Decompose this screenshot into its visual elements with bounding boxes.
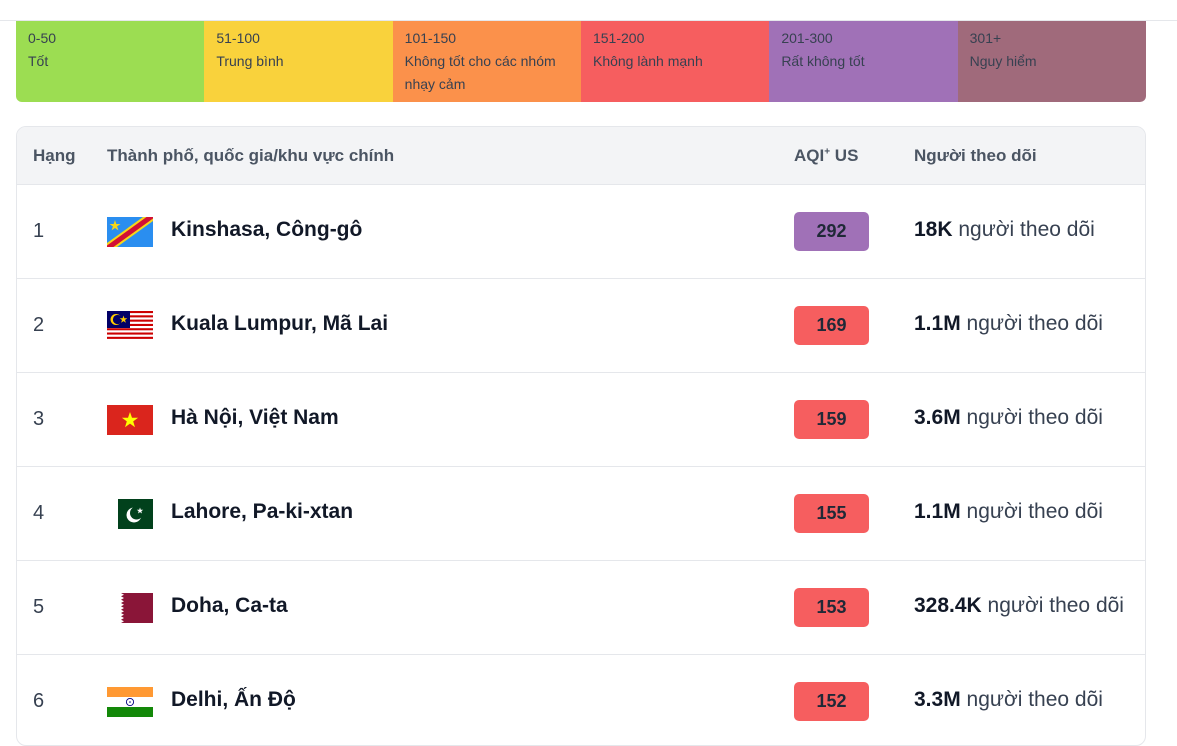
followers-count: 3.6M người theo dõi — [914, 406, 1103, 430]
city-name[interactable]: Delhi, Ấn Độ — [171, 688, 296, 712]
legend-segment-moderate: 51-100 Trung bình — [204, 21, 393, 102]
pakistan-flag-icon — [107, 499, 153, 529]
malaysia-flag-icon — [107, 311, 153, 341]
table-row[interactable]: 6 Delhi, Ấn Độ 152 3.3M người theo dõi — [17, 654, 1145, 745]
table-row[interactable]: 5 Doha, Ca-ta 153 328.4K người theo dõi — [17, 560, 1145, 654]
header-aqi[interactable]: AQI+ US — [794, 146, 858, 166]
followers-count: 328.4K người theo dõi — [914, 594, 1124, 618]
legend-segment-good: 0-50 Tốt — [16, 21, 205, 102]
legend-label: Rất không tốt — [781, 53, 865, 69]
city-name[interactable]: Kinshasa, Công-gô — [171, 218, 362, 242]
city-name[interactable]: Kuala Lumpur, Mã Lai — [171, 312, 388, 336]
followers-number: 18K — [914, 218, 953, 241]
aqi-badge: 152 — [794, 682, 869, 721]
aqi-legend: 0-50 Tốt 51-100 Trung bình 101-150 Không… — [16, 21, 1146, 102]
rank-number: 3 — [33, 408, 45, 430]
followers-suffix: người theo dõi — [981, 594, 1124, 617]
legend-label: Trung bình — [216, 53, 284, 69]
city-name[interactable]: Doha, Ca-ta — [171, 594, 288, 618]
vietnam-flag-icon — [107, 405, 153, 435]
followers-number: 3.6M — [914, 406, 961, 429]
followers-count: 18K người theo dõi — [914, 218, 1095, 242]
header-followers[interactable]: Người theo dõi — [914, 146, 1037, 166]
followers-suffix: người theo dõi — [960, 312, 1103, 335]
rank-number: 1 — [33, 220, 45, 242]
legend-range: 201-300 — [781, 30, 833, 46]
table-row[interactable]: 3 Hà Nội, Việt Nam 159 3.6M người theo d… — [17, 372, 1145, 466]
rank-number: 5 — [33, 596, 45, 618]
rank-number: 6 — [33, 690, 45, 712]
legend-segment-sensitive: 101-150 Không tốt cho các nhóm nhạy cảm — [392, 21, 581, 102]
followers-suffix: người theo dõi — [952, 218, 1095, 241]
legend-segment-very-unhealthy: 201-300 Rất không tốt — [769, 21, 958, 102]
rank-number: 4 — [33, 502, 45, 524]
legend-range: 301+ — [969, 30, 1002, 46]
legend-label: Không tốt cho các nhóm nhạy cảm — [404, 53, 556, 92]
rank-number: 2 — [33, 314, 45, 336]
followers-count: 3.3M người theo dõi — [914, 688, 1103, 712]
header-aqi-main: AQI — [794, 146, 825, 165]
legend-label: Tốt — [28, 53, 49, 69]
header-aqi-suffix: US — [830, 146, 859, 165]
followers-suffix: người theo dõi — [960, 688, 1103, 711]
table-row[interactable]: 4 Lahore, Pa-ki-xtan 155 1.1M người theo… — [17, 466, 1145, 560]
legend-segment-hazardous: 301+ Nguy hiểm — [957, 21, 1146, 102]
followers-number: 1.1M — [914, 500, 961, 523]
legend-label: Không lành mạnh — [592, 53, 703, 69]
header-rank[interactable]: Hạng — [33, 146, 76, 166]
legend-segment-unhealthy: 151-200 Không lành mạnh — [580, 21, 770, 102]
followers-suffix: người theo dõi — [960, 406, 1103, 429]
aqi-badge: 292 — [794, 212, 869, 251]
table-row[interactable]: 1 Kinshasa, Công-gô 292 18K người theo d… — [17, 184, 1145, 278]
city-ranking-table: Hạng Thành phố, quốc gia/khu vực chính A… — [16, 126, 1146, 746]
aqi-badge: 153 — [794, 588, 869, 627]
qatar-flag-icon — [107, 593, 153, 623]
followers-count: 1.1M người theo dõi — [914, 312, 1103, 336]
legend-label: Nguy hiểm — [969, 53, 1037, 69]
aqi-badge: 159 — [794, 400, 869, 439]
followers-number: 1.1M — [914, 312, 961, 335]
followers-number: 328.4K — [914, 594, 982, 617]
city-name[interactable]: Hà Nội, Việt Nam — [171, 406, 339, 430]
city-name[interactable]: Lahore, Pa-ki-xtan — [171, 500, 353, 524]
legend-range: 151-200 — [592, 30, 645, 46]
followers-suffix: người theo dõi — [960, 500, 1103, 523]
aqi-badge: 169 — [794, 306, 869, 345]
congo-drc-flag-icon — [107, 217, 153, 247]
legend-range: 51-100 — [216, 30, 260, 46]
table-header: Hạng Thành phố, quốc gia/khu vực chính A… — [17, 127, 1145, 184]
followers-count: 1.1M người theo dõi — [914, 500, 1103, 524]
aqi-badge: 155 — [794, 494, 869, 533]
header-city[interactable]: Thành phố, quốc gia/khu vực chính — [107, 146, 394, 166]
legend-range: 0-50 — [28, 30, 57, 46]
india-flag-icon — [107, 687, 153, 717]
legend-range: 101-150 — [404, 30, 457, 46]
table-row[interactable]: 2 Kuala Lumpur, Mã Lai 169 1.1M người th… — [17, 278, 1145, 372]
followers-number: 3.3M — [914, 688, 961, 711]
